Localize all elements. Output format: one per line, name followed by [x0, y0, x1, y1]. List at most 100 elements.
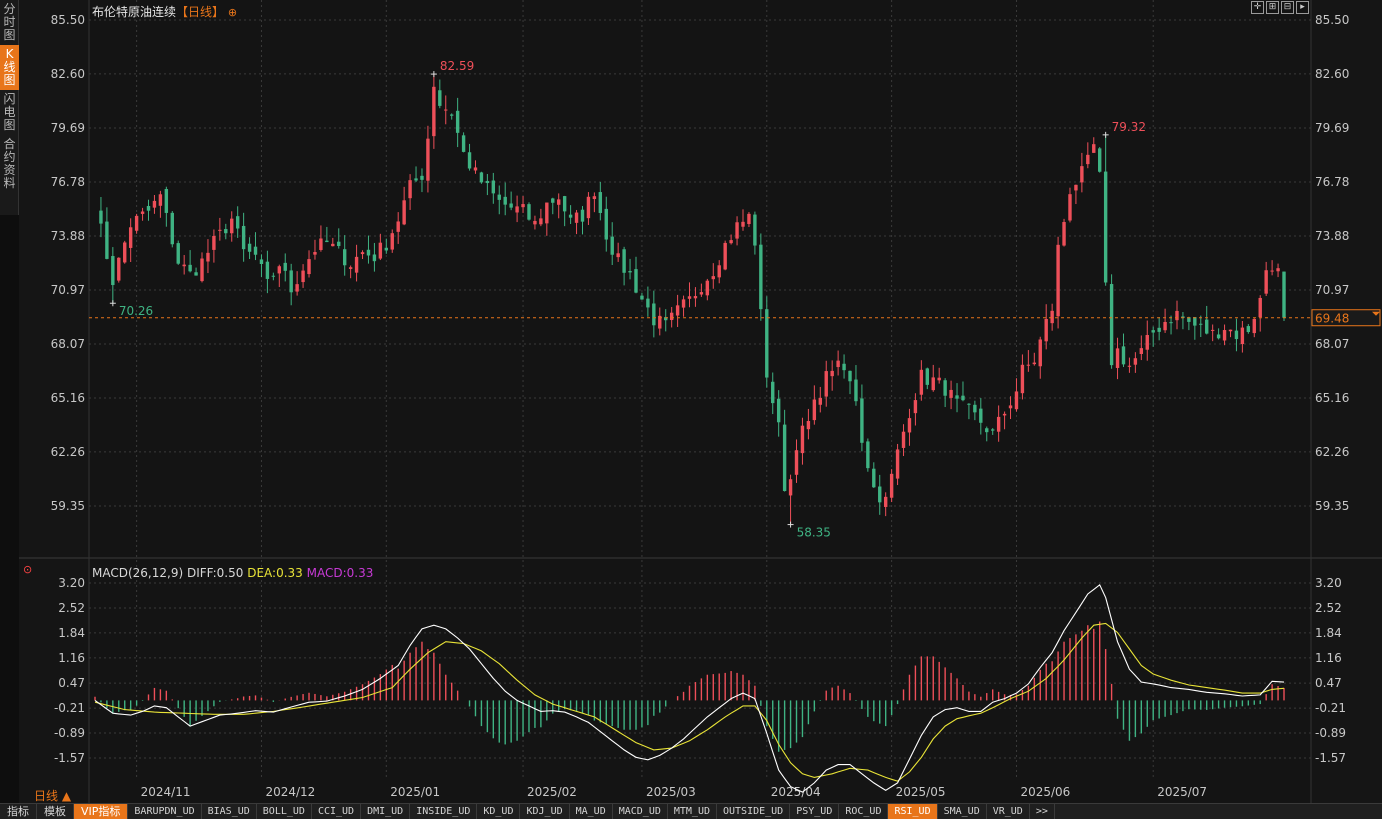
candle-body — [580, 209, 585, 222]
candle-body — [182, 264, 186, 267]
candle-body — [818, 397, 822, 405]
price-tick-left: 79.69 — [51, 121, 85, 135]
indicator-tab-5[interactable]: BOLL_UD — [257, 804, 312, 819]
macd-tick-left: 2.52 — [58, 601, 85, 615]
price-tick-right: 76.78 — [1315, 175, 1349, 189]
candle-body — [432, 86, 436, 137]
candle-body — [438, 90, 442, 106]
candle-body — [1121, 346, 1126, 365]
price-tick-left: 73.88 — [51, 229, 85, 243]
candle-body — [812, 399, 817, 421]
candle-body — [1157, 327, 1161, 332]
price-tick-right: 59.35 — [1315, 499, 1349, 513]
indicator-tab-18[interactable]: SMA_UD — [938, 804, 987, 819]
candle-body — [1115, 348, 1120, 368]
play-icon[interactable]: ▸ — [1296, 1, 1309, 14]
candle-body — [271, 275, 276, 277]
candle-body — [467, 152, 472, 169]
candle-body — [1163, 321, 1167, 331]
candle-body — [551, 198, 555, 203]
candle-body — [848, 370, 852, 382]
candle-body — [1151, 330, 1155, 333]
indicator-tab-12[interactable]: MACD_UD — [613, 804, 668, 819]
candle-body — [931, 377, 935, 391]
price-tick-left: 62.26 — [51, 445, 85, 459]
candle-body — [788, 479, 793, 496]
indicator-tab-16[interactable]: ROC_UD — [839, 804, 889, 819]
period-selector[interactable]: 日线 ▲ — [34, 787, 71, 804]
macd-tick-left: 1.16 — [58, 651, 85, 665]
candle-body — [771, 381, 775, 404]
candle-body — [170, 212, 174, 245]
candle-body — [408, 180, 412, 199]
zoom-out-icon[interactable]: ⊟ — [1281, 1, 1294, 14]
price-tick-left: 85.50 — [51, 13, 85, 27]
candle-body — [586, 196, 591, 219]
candle-body — [693, 296, 698, 299]
candle-body — [925, 368, 929, 385]
candle-body — [1139, 348, 1144, 354]
candle-body — [568, 214, 573, 218]
indicator-tab-4[interactable]: BIAS_UD — [202, 804, 257, 819]
candle-body — [134, 215, 139, 231]
crosshair-icon[interactable]: ✛ — [1251, 1, 1264, 14]
candle-body — [1169, 322, 1173, 324]
candle-body — [717, 265, 721, 278]
candle-body — [509, 203, 513, 208]
indicator-tab-9[interactable]: KD_UD — [477, 804, 521, 819]
macd-tick-right: -1.57 — [1315, 751, 1346, 765]
candle-body — [830, 370, 834, 377]
indicator-tab-3[interactable]: BARUPDN_UD — [128, 804, 202, 819]
candle-body — [723, 242, 727, 270]
indicator-settings-icon[interactable]: ⊙ — [23, 563, 32, 576]
candle-body — [872, 468, 876, 488]
indicator-tab-19[interactable]: VR_UD — [987, 804, 1030, 819]
candle-body — [354, 256, 359, 273]
indicator-tab-0[interactable]: 指标 — [0, 804, 37, 819]
candle-body — [1038, 339, 1042, 367]
candle-body — [420, 175, 424, 180]
indicator-tab-8[interactable]: INSIDE_UD — [410, 804, 478, 819]
zoom-in-icon[interactable]: ⊞ — [1266, 1, 1279, 14]
candle-body — [1252, 318, 1256, 334]
candle-body — [1282, 271, 1286, 318]
candle-body — [414, 178, 418, 181]
candle-body — [152, 200, 157, 208]
candle-body — [206, 252, 210, 262]
candle-body — [634, 269, 638, 293]
candle-body — [955, 395, 959, 399]
candle-body — [295, 284, 299, 292]
settings-icon[interactable]: ⊕ — [228, 6, 237, 19]
candle-body — [1175, 310, 1179, 321]
indicator-tab-13[interactable]: MTM_UD — [668, 804, 717, 819]
candle-body — [1210, 329, 1215, 331]
candle-body — [402, 200, 406, 225]
price-chart-svg[interactable]: 85.50 85.50 82.60 82.60 79.69 79.69 76.78 76.78… — [0, 0, 1382, 803]
candle-body — [444, 109, 448, 111]
indicator-tab-17[interactable]: RSI_UD — [888, 804, 938, 819]
candle-body — [1044, 319, 1048, 342]
macd-params: MACD(26,12,9) — [92, 566, 184, 580]
indicator-tab-2[interactable]: VIP指标 — [74, 804, 129, 819]
indicator-tab-6[interactable]: CCI_UD — [312, 804, 362, 819]
candle-body — [128, 227, 133, 248]
candle-body — [800, 425, 805, 454]
indicator-tab-20[interactable]: >> — [1030, 804, 1055, 819]
price-tick-right: 65.16 — [1315, 391, 1349, 405]
price-tick-left: 68.07 — [51, 337, 85, 351]
candle-body — [1145, 334, 1149, 350]
month-tick-label: 2025/06 — [1020, 785, 1070, 799]
candle-body — [123, 242, 127, 263]
price-tick-left: 76.78 — [51, 175, 85, 189]
indicator-tab-7[interactable]: DMI_UD — [361, 804, 411, 819]
macd-tick-left: -0.21 — [54, 701, 85, 715]
indicator-tab-15[interactable]: PSY_UD — [790, 804, 840, 819]
candle-body — [854, 379, 858, 402]
indicator-tab-10[interactable]: KDJ_UD — [520, 804, 570, 819]
indicator-tab-11[interactable]: MA_UD — [570, 804, 613, 819]
indicator-tab-14[interactable]: OUTSIDE_UD — [717, 804, 791, 819]
candle-body — [164, 188, 169, 213]
candle-body — [806, 421, 811, 430]
indicator-tab-1[interactable]: 模板 — [37, 804, 74, 819]
candle-body — [729, 240, 733, 244]
